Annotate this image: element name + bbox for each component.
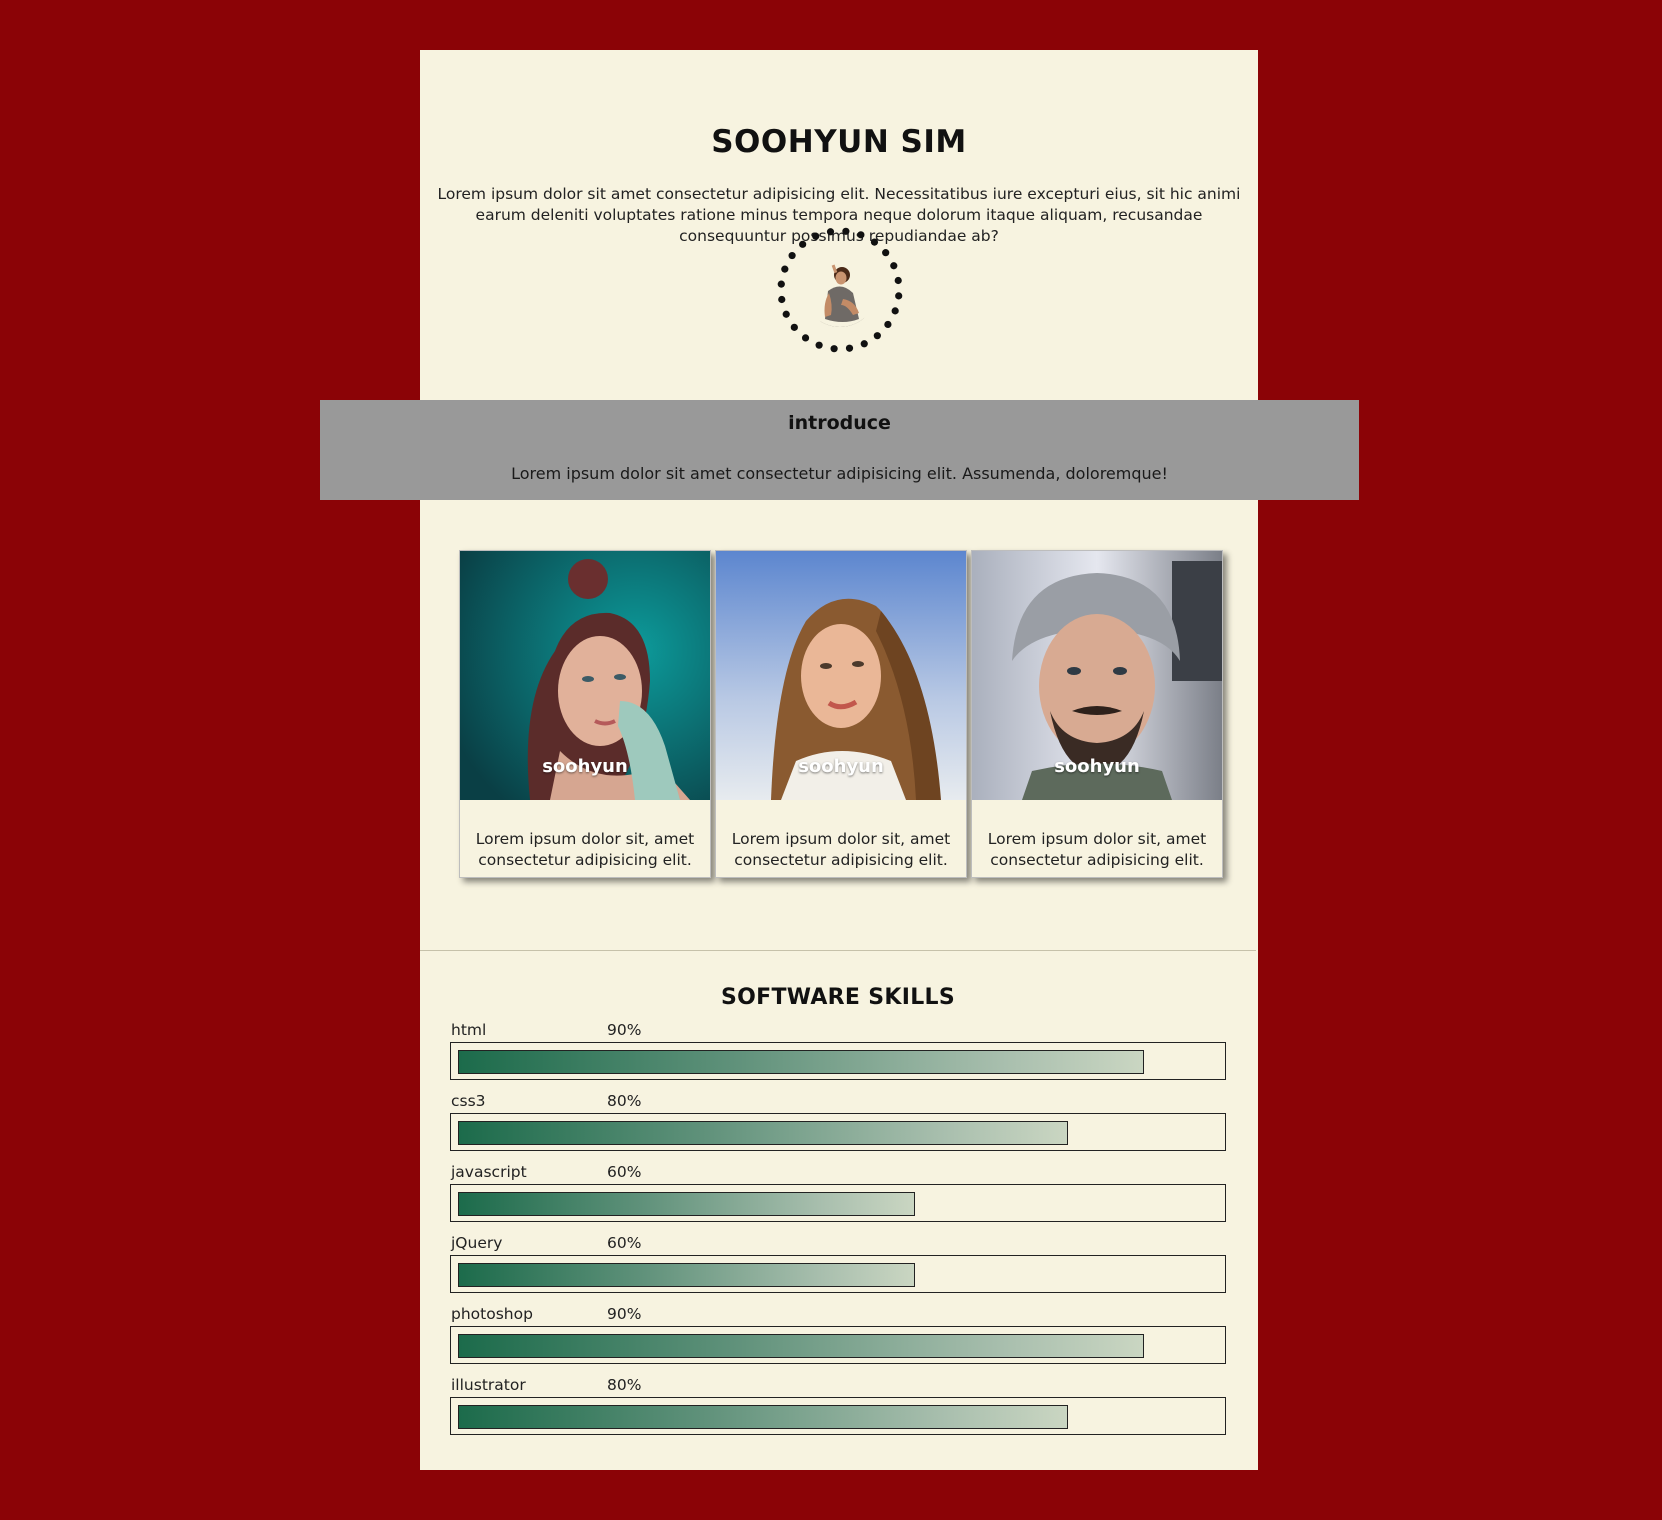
card-name: soohyun: [1054, 756, 1140, 777]
ring-dot: [801, 334, 810, 342]
card-description: Lorem ipsum dolor sit, amet consectetur …: [475, 830, 695, 869]
page-title: SOOHYUN SIM: [711, 124, 967, 160]
skill-name: illustrator: [451, 1376, 526, 1394]
skill-row: html 90%: [450, 1021, 1228, 1091]
card-name: soohyun: [798, 756, 884, 777]
ring-dot: [812, 232, 820, 240]
skill-row: css3 80%: [450, 1092, 1228, 1162]
skill-bar-track: [450, 1255, 1226, 1293]
skill-bar-track: [450, 1326, 1226, 1364]
skill-bar-fill: [458, 1334, 1144, 1358]
skill-row: illustrator 80%: [450, 1376, 1228, 1446]
profile-cards: soohyun Lorem ipsum dolor sit, amet cons…: [459, 550, 1229, 880]
ring-dot: [788, 251, 796, 260]
ring-dot: [890, 262, 898, 270]
introduce-section: introduce Lorem ipsum dolor sit amet con…: [320, 400, 1359, 500]
skill-row: photoshop 90%: [450, 1305, 1228, 1375]
ring-dot: [777, 280, 785, 288]
introduce-title: introduce: [788, 412, 891, 434]
skills-title: SOFTWARE SKILLS: [721, 985, 955, 1010]
ring-dot: [842, 227, 850, 235]
ring-dot: [870, 238, 879, 246]
ring-dot: [778, 295, 786, 304]
skill-bar-fill: [458, 1050, 1144, 1074]
ring-dot: [860, 340, 868, 348]
skill-bar-track: [450, 1113, 1226, 1151]
profile-card[interactable]: soohyun Lorem ipsum dolor sit, amet cons…: [971, 550, 1223, 878]
skill-bar-fill: [458, 1405, 1068, 1429]
skill-percent: 60%: [607, 1234, 642, 1252]
skill-percent: 80%: [607, 1376, 642, 1394]
skill-percent: 80%: [607, 1092, 642, 1110]
skill-bar-fill: [458, 1121, 1068, 1145]
skill-bar-fill: [458, 1263, 915, 1287]
profile-card[interactable]: soohyun Lorem ipsum dolor sit, amet cons…: [715, 550, 967, 878]
ring-dot: [895, 292, 903, 300]
skill-name: javascript: [451, 1163, 527, 1181]
skill-bar-track: [450, 1184, 1226, 1222]
skill-row: javascript 60%: [450, 1163, 1228, 1233]
ring-dot: [830, 345, 838, 353]
ring-dot: [790, 323, 798, 331]
skill-row: jQuery 60%: [450, 1234, 1228, 1304]
ring-dot: [815, 341, 823, 349]
ring-dot: [826, 228, 835, 236]
avatar-photo: [803, 253, 877, 327]
ring-dot: [857, 231, 865, 239]
skill-bar-track: [450, 1397, 1226, 1435]
ring-dot: [799, 240, 807, 248]
skill-percent: 90%: [607, 1305, 642, 1323]
skill-percent: 60%: [607, 1163, 642, 1181]
skill-name: css3: [451, 1092, 486, 1110]
card-description: Lorem ipsum dolor sit, amet consectetur …: [731, 830, 951, 869]
skill-name: photoshop: [451, 1305, 533, 1323]
software-skills-section: SOFTWARE SKILLS html 90% css3 80% javasc…: [420, 950, 1256, 1470]
skill-name: jQuery: [451, 1234, 503, 1252]
skill-name: html: [451, 1021, 487, 1039]
skill-bar-fill: [458, 1192, 915, 1216]
ring-dot: [884, 320, 892, 329]
ring-dot: [894, 276, 902, 285]
introduce-text: Lorem ipsum dolor sit amet consectetur a…: [511, 464, 1168, 483]
ring-dot: [873, 332, 881, 340]
profile-card[interactable]: soohyun Lorem ipsum dolor sit, amet cons…: [459, 550, 711, 878]
card-description: Lorem ipsum dolor sit, amet consectetur …: [987, 830, 1207, 869]
card-name: soohyun: [542, 756, 628, 777]
ring-dot: [781, 265, 789, 273]
ring-dot: [882, 249, 890, 257]
skill-bar-track: [450, 1042, 1226, 1080]
ring-dot: [782, 310, 790, 318]
avatar: [775, 225, 905, 355]
ring-dot: [891, 307, 899, 315]
skill-percent: 90%: [607, 1021, 642, 1039]
ring-dot: [845, 344, 854, 352]
